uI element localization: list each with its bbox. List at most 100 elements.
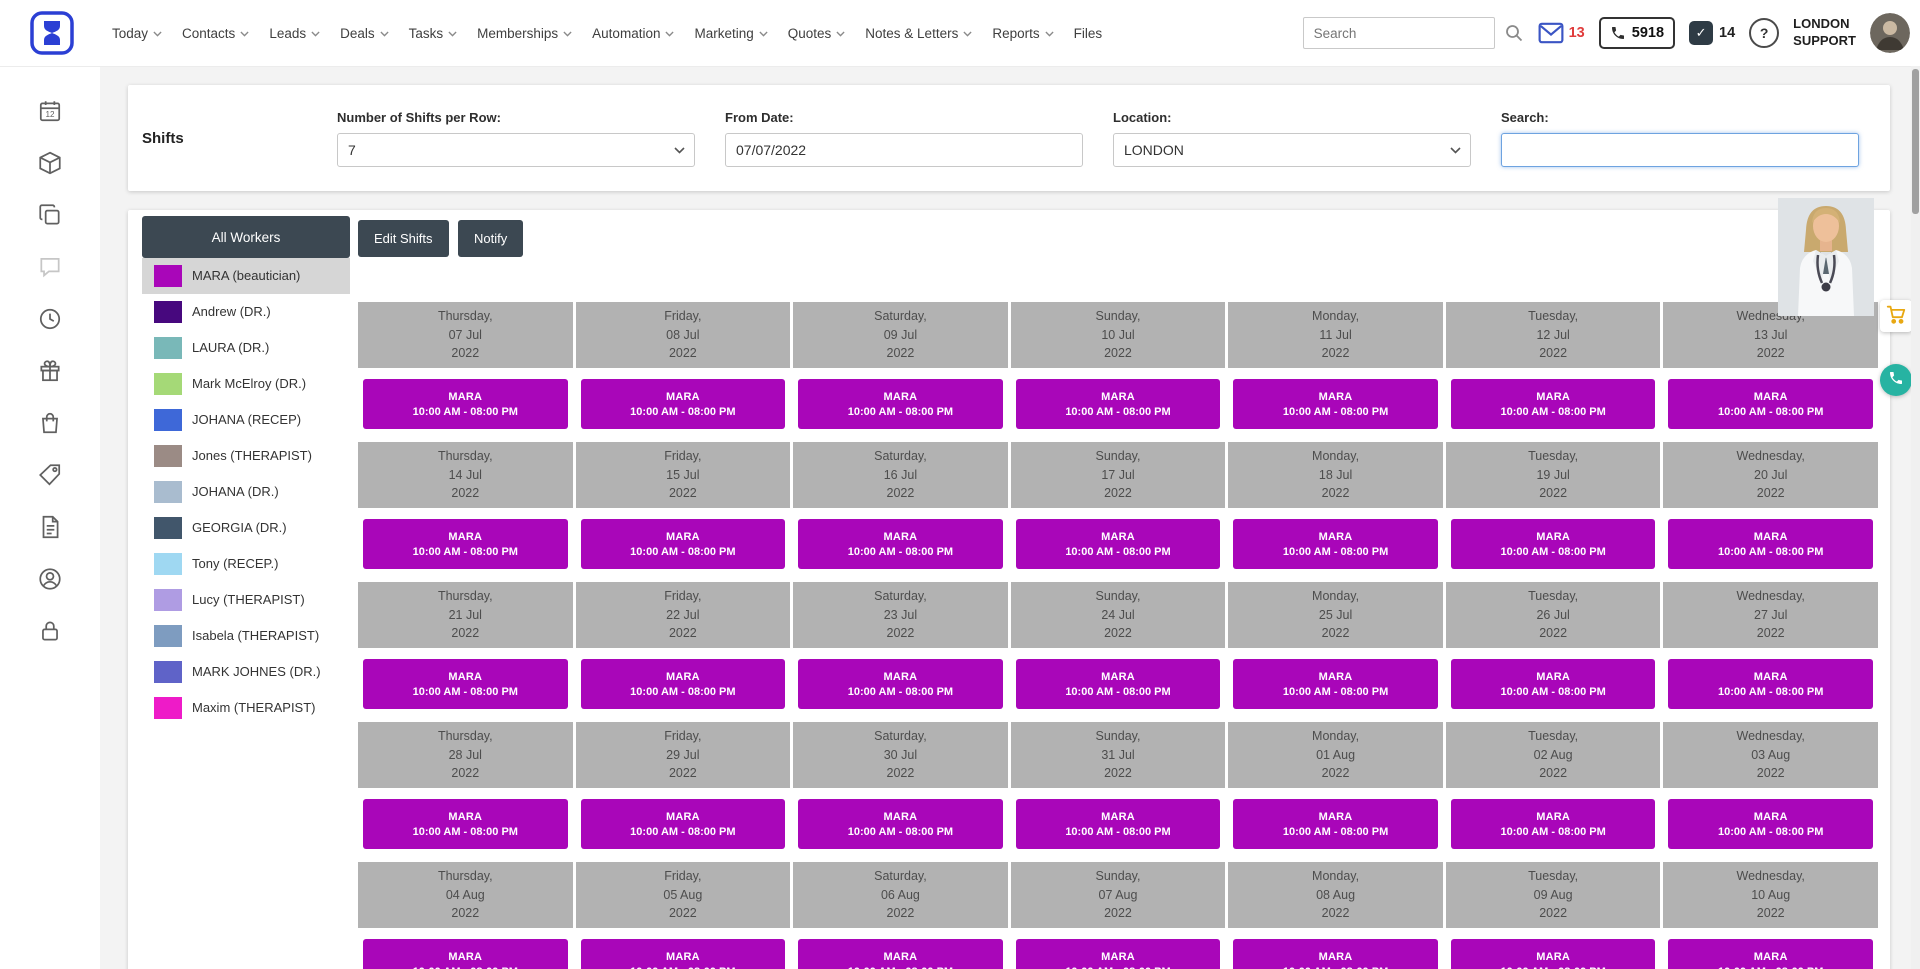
sidebar-item-chat[interactable] xyxy=(37,254,63,280)
worker-item-mark-mcelroy-dr[interactable]: Mark McElroy (DR.) xyxy=(142,366,350,402)
shift[interactable]: MARA10:00 AM - 08:00 PM xyxy=(1233,519,1438,569)
worker-item-andrew-dr[interactable]: Andrew (DR.) xyxy=(142,294,350,330)
shift[interactable]: MARA10:00 AM - 08:00 PM xyxy=(1451,799,1656,849)
sidebar-item-document[interactable] xyxy=(37,514,63,540)
nav-item-today[interactable]: Today xyxy=(112,26,162,41)
worker-item-georgia-dr[interactable]: GEORGIA (DR.) xyxy=(142,510,350,546)
nav-item-tasks[interactable]: Tasks xyxy=(409,26,458,41)
shift[interactable]: MARA10:00 AM - 08:00 PM xyxy=(1451,659,1656,709)
shift[interactable]: MARA10:00 AM - 08:00 PM xyxy=(581,379,786,429)
search-icon[interactable] xyxy=(1504,23,1524,43)
sidebar-item-copy[interactable] xyxy=(37,202,63,228)
worker-item-mark-johnes-dr[interactable]: MARK JOHNES (DR.) xyxy=(142,654,350,690)
phone-button[interactable]: 5918 xyxy=(1599,17,1675,49)
nav-item-memberships[interactable]: Memberships xyxy=(477,26,572,41)
shift[interactable]: MARA10:00 AM - 08:00 PM xyxy=(798,799,1003,849)
nav-item-leads[interactable]: Leads xyxy=(269,26,320,41)
shift[interactable]: MARA10:00 AM - 08:00 PM xyxy=(1233,799,1438,849)
shift[interactable]: MARA10:00 AM - 08:00 PM xyxy=(1668,939,1873,969)
shift[interactable]: MARA10:00 AM - 08:00 PM xyxy=(363,659,568,709)
shift-worker-name: MARA xyxy=(1754,391,1788,403)
day-dow: Thursday, xyxy=(438,727,493,746)
nav-item-contacts[interactable]: Contacts xyxy=(182,26,249,41)
global-search-input[interactable] xyxy=(1303,17,1495,49)
day-year: 2022 xyxy=(451,904,479,923)
shift-search-input[interactable] xyxy=(1501,133,1859,167)
sidebar-item-shopping-bag[interactable] xyxy=(37,410,63,436)
shift[interactable]: MARA10:00 AM - 08:00 PM xyxy=(1668,519,1873,569)
shift[interactable]: MARA10:00 AM - 08:00 PM xyxy=(1233,939,1438,969)
shift[interactable]: MARA10:00 AM - 08:00 PM xyxy=(1016,659,1221,709)
shift[interactable]: MARA10:00 AM - 08:00 PM xyxy=(1451,939,1656,969)
help-button[interactable]: ? xyxy=(1749,18,1779,48)
nav-item-quotes[interactable]: Quotes xyxy=(788,26,846,41)
worker-item-isabela-therapist[interactable]: Isabela (THERAPIST) xyxy=(142,618,350,654)
shift[interactable]: MARA10:00 AM - 08:00 PM xyxy=(1451,519,1656,569)
sidebar-item-support[interactable] xyxy=(37,566,63,592)
scrollbar-thumb[interactable] xyxy=(1912,69,1919,214)
app-logo[interactable] xyxy=(30,11,74,55)
edit-shifts-button[interactable]: Edit Shifts xyxy=(358,220,449,257)
notify-button[interactable]: Notify xyxy=(458,220,523,257)
shift[interactable]: MARA10:00 AM - 08:00 PM xyxy=(1668,799,1873,849)
shift[interactable]: MARA10:00 AM - 08:00 PM xyxy=(363,799,568,849)
tasks-done-button[interactable]: ✓ 14 xyxy=(1689,21,1735,45)
shift[interactable]: MARA10:00 AM - 08:00 PM xyxy=(363,939,568,969)
shift[interactable]: MARA10:00 AM - 08:00 PM xyxy=(1233,379,1438,429)
mail-button[interactable]: 13 xyxy=(1538,22,1585,44)
shift[interactable]: MARA10:00 AM - 08:00 PM xyxy=(1233,659,1438,709)
day-dow: Thursday, xyxy=(438,447,493,466)
user-avatar[interactable] xyxy=(1870,13,1910,53)
shift[interactable]: MARA10:00 AM - 08:00 PM xyxy=(581,799,786,849)
worker-item-tony-recep[interactable]: Tony (RECEP.) xyxy=(142,546,350,582)
day-year: 2022 xyxy=(887,624,915,643)
shift-slot: MARA10:00 AM - 08:00 PM xyxy=(1446,928,1661,969)
shift[interactable]: MARA10:00 AM - 08:00 PM xyxy=(581,939,786,969)
shift[interactable]: MARA10:00 AM - 08:00 PM xyxy=(798,519,1003,569)
cart-widget-button[interactable] xyxy=(1880,300,1912,332)
nav-item-automation[interactable]: Automation xyxy=(592,26,674,41)
sidebar-item-gift[interactable] xyxy=(37,358,63,384)
worker-item-laura-dr[interactable]: LAURA (DR.) xyxy=(142,330,350,366)
sidebar-item-history[interactable] xyxy=(37,306,63,332)
shift[interactable]: MARA10:00 AM - 08:00 PM xyxy=(798,939,1003,969)
shift[interactable]: MARA10:00 AM - 08:00 PM xyxy=(1016,519,1221,569)
location-select[interactable]: LONDON xyxy=(1113,133,1471,167)
sidebar-item-calendar[interactable]: 12 xyxy=(37,98,63,124)
nav-item-files[interactable]: Files xyxy=(1074,26,1103,41)
shift[interactable]: MARA10:00 AM - 08:00 PM xyxy=(581,519,786,569)
worker-item-jones-therapist[interactable]: Jones (THERAPIST) xyxy=(142,438,350,474)
shift-time: 10:00 AM - 08:00 PM xyxy=(1283,966,1388,969)
scrollbar-track[interactable] xyxy=(1911,66,1920,969)
shift[interactable]: MARA10:00 AM - 08:00 PM xyxy=(363,379,568,429)
worker-item-johana-dr[interactable]: JOHANA (DR.) xyxy=(142,474,350,510)
worker-item-johana-recep[interactable]: JOHANA (RECEP) xyxy=(142,402,350,438)
shift[interactable]: MARA10:00 AM - 08:00 PM xyxy=(363,519,568,569)
shift[interactable]: MARA10:00 AM - 08:00 PM xyxy=(1016,799,1221,849)
worker-item-maxim-therapist[interactable]: Maxim (THERAPIST) xyxy=(142,690,350,726)
shift[interactable]: MARA10:00 AM - 08:00 PM xyxy=(1451,379,1656,429)
day-dow: Friday, xyxy=(664,727,701,746)
worker-item-lucy-therapist[interactable]: Lucy (THERAPIST) xyxy=(142,582,350,618)
shift[interactable]: MARA10:00 AM - 08:00 PM xyxy=(581,659,786,709)
shift[interactable]: MARA10:00 AM - 08:00 PM xyxy=(1668,379,1873,429)
shifts-per-row-select[interactable]: 7 xyxy=(337,133,695,167)
call-widget-button[interactable] xyxy=(1880,364,1912,396)
nav-item-notes-letters[interactable]: Notes & Letters xyxy=(865,26,972,41)
sidebar-item-package[interactable] xyxy=(37,150,63,176)
from-date-input[interactable] xyxy=(725,133,1083,167)
worker-item-mara-beautician[interactable]: MARA (beautician) xyxy=(142,258,350,294)
shift[interactable]: MARA10:00 AM - 08:00 PM xyxy=(798,379,1003,429)
shift-time: 10:00 AM - 08:00 PM xyxy=(1283,826,1388,838)
shift[interactable]: MARA10:00 AM - 08:00 PM xyxy=(1016,379,1221,429)
shift[interactable]: MARA10:00 AM - 08:00 PM xyxy=(798,659,1003,709)
nav-item-deals[interactable]: Deals xyxy=(340,26,389,41)
sidebar-item-lock[interactable] xyxy=(37,618,63,644)
shift-worker-name: MARA xyxy=(448,531,482,543)
shift[interactable]: MARA10:00 AM - 08:00 PM xyxy=(1016,939,1221,969)
nav-item-reports[interactable]: Reports xyxy=(992,26,1053,41)
all-workers-button[interactable]: All Workers xyxy=(142,216,350,258)
nav-item-marketing[interactable]: Marketing xyxy=(694,26,767,41)
shift[interactable]: MARA10:00 AM - 08:00 PM xyxy=(1668,659,1873,709)
sidebar-item-tag[interactable] xyxy=(37,462,63,488)
